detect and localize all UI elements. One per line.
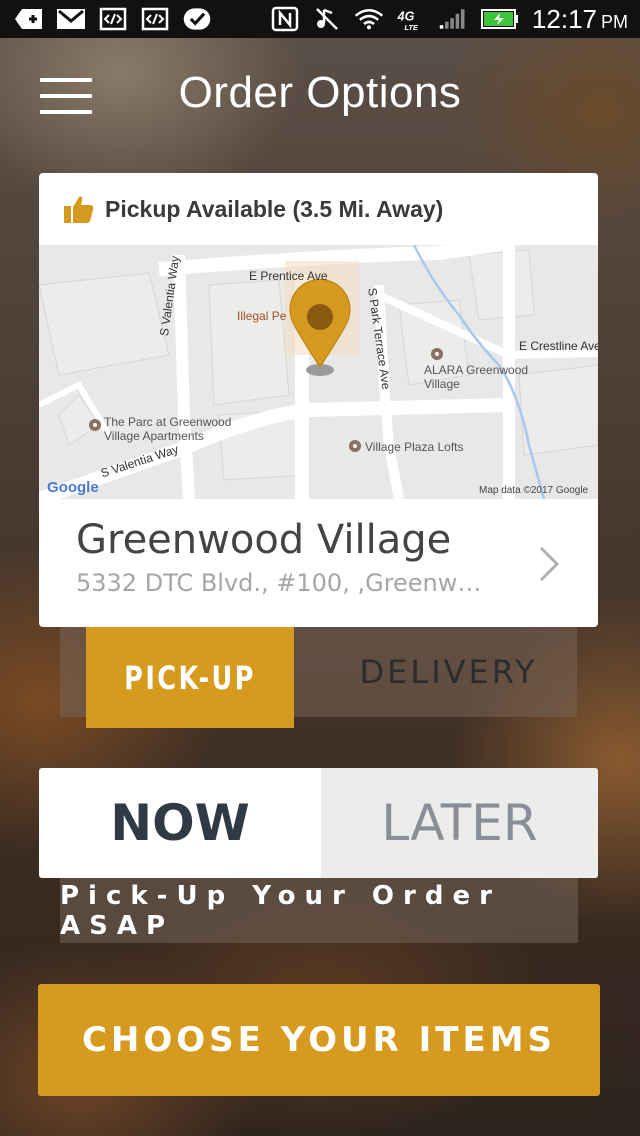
clock: 12:17 PM [531,3,628,34]
pickup-option-button[interactable]: PICK-UP [86,627,294,728]
location-selector[interactable]: Greenwood Village 5332 DTC Blvd., #100, … [39,499,598,627]
signal-icon [438,6,468,32]
code-notification-icon [98,6,128,32]
lte-icon: 4G LTE [396,6,426,32]
order-time-toggle: NOW LATER [39,768,598,878]
map-poi-label: Illegal Pe [237,309,287,323]
status-bar: 4G LTE 12:17 PM [0,0,640,38]
location-address: 5332 DTC Blvd., #100, ,Greenwood Village [76,569,496,597]
map-street-label: E Crestline Ave [519,339,598,353]
google-logo: Google [47,479,99,496]
map-attribution: Map data ©2017 Google [479,485,589,496]
svg-text:LTE: LTE [404,23,419,32]
nfc-icon [270,6,300,32]
later-option-button[interactable]: LATER [321,768,598,878]
page-title: Order Options [178,68,462,117]
map-poi-label: The Parc at Greenwood Village Apartments [104,415,232,443]
map-street-label: E Prentice Ave [249,269,328,283]
add-notification-icon [14,6,44,32]
location-name: Greenwood Village [76,517,452,563]
hamburger-menu-button[interactable] [40,78,92,114]
svg-text:4G: 4G [397,10,415,24]
hamburger-icon-line [40,110,92,114]
gmail-icon [56,6,86,32]
location-card: Pickup Available (3.5 Mi. Away) E Prenti… [39,173,598,627]
chevron-right-icon [539,546,560,582]
choose-items-button[interactable]: CHOOSE YOUR ITEMS [38,984,600,1096]
now-option-button[interactable]: NOW [39,768,321,878]
check-app-icon [182,6,212,32]
map-poi-label: ALARA Greenwood Village [424,363,529,391]
map-view[interactable]: E Prentice Ave S Valentia Way S Park Ter… [39,245,598,499]
wifi-icon [354,6,384,32]
order-time-message: Pick-Up Your Order ASAP [60,878,578,943]
code-notification-icon-2 [140,6,170,32]
mute-icon [312,6,342,32]
map-poi-label: Village Plaza Lofts [365,440,464,454]
thumbs-up-icon [64,196,94,223]
hamburger-icon-line [40,94,92,98]
availability-row: Pickup Available (3.5 Mi. Away) [39,173,598,245]
hamburger-icon [40,78,92,82]
availability-text: Pickup Available (3.5 Mi. Away) [105,195,444,222]
delivery-option-button[interactable]: DELIVERY [320,627,577,717]
battery-icon [480,6,520,32]
